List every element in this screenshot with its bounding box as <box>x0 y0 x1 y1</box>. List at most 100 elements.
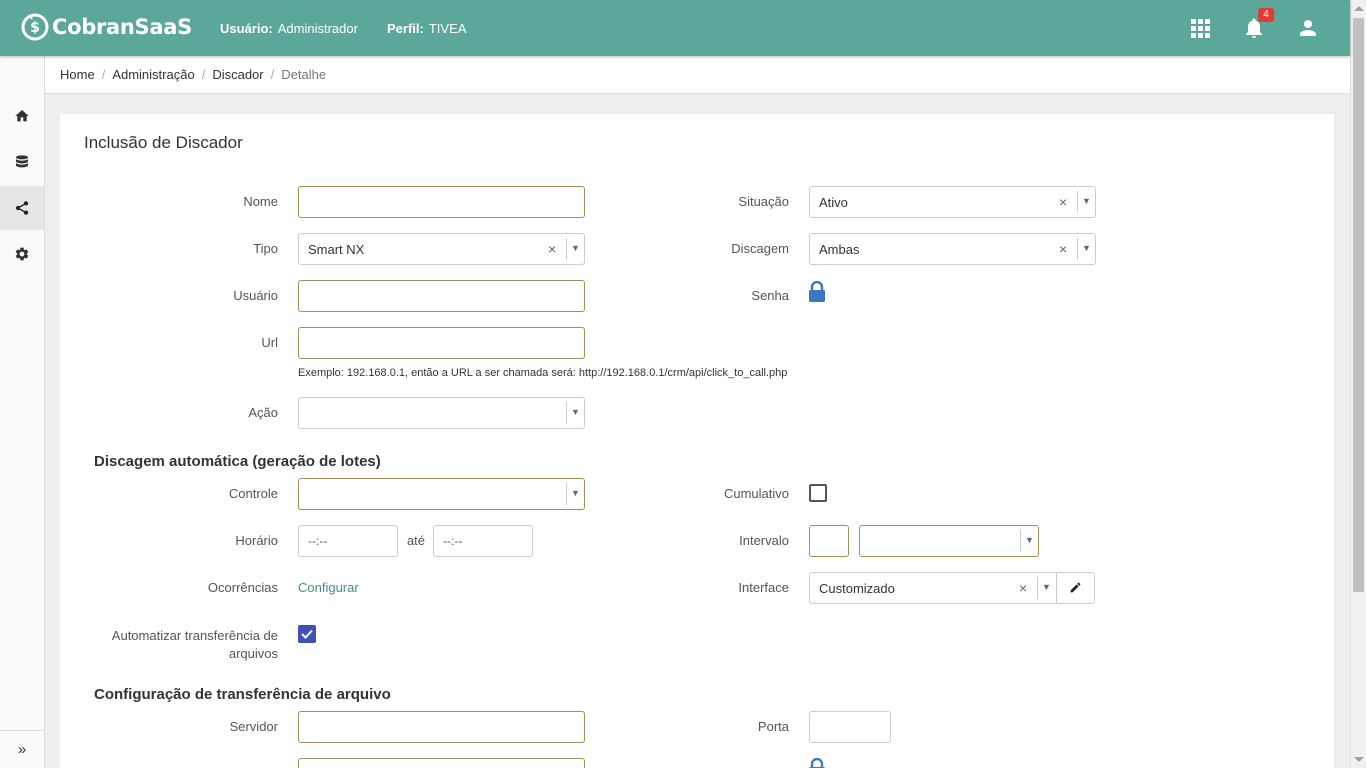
chevron-down-icon[interactable]: ▼ <box>1025 535 1034 545</box>
url-label: Url <box>261 335 278 350</box>
controle-select[interactable]: ▼ <box>298 478 585 510</box>
interface-select[interactable]: Customizado × ▼ <box>809 572 1095 604</box>
user-account-icon[interactable] <box>1296 16 1320 40</box>
user-info: Usuário: Administrador <box>220 21 358 36</box>
intervalo-unit-select[interactable]: ▼ <box>859 525 1039 557</box>
sidebar-item-database[interactable] <box>0 140 44 184</box>
url-field[interactable] <box>298 327 585 359</box>
breadcrumb-discador[interactable]: Discador <box>212 67 263 82</box>
clear-icon[interactable]: × <box>1059 241 1067 257</box>
clear-icon[interactable]: × <box>1059 194 1067 210</box>
url-hint: Exemplo: 192.168.0.1, então a URL a ser … <box>298 367 788 379</box>
porta-field[interactable] <box>809 711 891 743</box>
cumulativo-label: Cumulativo <box>723 486 789 501</box>
logo[interactable]: $ CobranSaaS <box>20 12 192 42</box>
page-scrollbar[interactable] <box>1350 0 1366 768</box>
breadcrumb-home[interactable]: Home <box>60 67 95 82</box>
automatizar-checkbox[interactable] <box>298 625 316 643</box>
chevron-down-icon[interactable]: ▼ <box>571 407 580 417</box>
url-input[interactable] <box>299 328 584 358</box>
select-divider <box>1077 238 1078 260</box>
intervalo-label: Intervalo <box>739 533 789 548</box>
configurar-link[interactable]: Configurar <box>298 580 359 595</box>
nome-label: Nome <box>243 194 278 209</box>
horario-to-value: --:-- <box>443 534 463 548</box>
check-icon <box>301 629 313 639</box>
automatizar-label: Automatizar transferência de arquivos <box>90 627 278 663</box>
section-discagem-automatica: Discagem automática (geração de lotes) <box>94 453 381 470</box>
discagem-select[interactable]: Ambas × ▼ <box>809 233 1096 265</box>
intervalo-field[interactable] <box>809 525 849 557</box>
discagem-label: Discagem <box>731 241 789 256</box>
porta-label: Porta <box>757 719 789 734</box>
situacao-label: Situação <box>738 194 789 209</box>
cumulativo-checkbox[interactable] <box>809 484 827 502</box>
breadcrumb-separator: / <box>101 67 106 82</box>
senha-label: Senha <box>751 288 789 303</box>
scroll-down-icon[interactable] <box>1354 757 1364 762</box>
page-title: Inclusão de Discador <box>84 133 243 152</box>
interface-label: Interface <box>738 580 789 595</box>
discagem-value: Ambas <box>819 242 860 257</box>
chevron-down-icon[interactable]: ▼ <box>1082 243 1091 253</box>
breadcrumb-separator: / <box>270 67 275 82</box>
automatizar-label-line1: Automatizar transferência de <box>111 628 278 643</box>
usuario-field[interactable] <box>298 280 585 312</box>
controle-label: Controle <box>228 486 278 501</box>
clear-icon[interactable]: × <box>548 241 556 257</box>
horario-from-value: --:-- <box>308 534 328 548</box>
breadcrumb-separator: / <box>201 67 206 82</box>
select-divider <box>1020 530 1021 552</box>
sidebar-item-share[interactable] <box>0 186 44 230</box>
chevron-down-icon[interactable]: ▼ <box>571 488 580 498</box>
tipo-value: Smart NX <box>308 242 365 257</box>
select-divider <box>566 402 567 424</box>
breadcrumb: Home / Administração / Discador / Detalh… <box>45 56 1350 94</box>
tipo-select[interactable]: Smart NX × ▼ <box>298 233 585 265</box>
select-divider <box>566 238 567 260</box>
apps-grid-icon[interactable] <box>1188 16 1212 40</box>
chevron-down-icon[interactable]: ▼ <box>1042 582 1051 592</box>
intervalo-input[interactable] <box>810 526 848 556</box>
horario-separator: até <box>406 533 426 548</box>
scroll-up-icon[interactable] <box>1354 6 1364 11</box>
chevron-down-icon[interactable]: ▼ <box>571 243 580 253</box>
sidebar-expand-button[interactable]: » <box>0 730 44 768</box>
servidor-label: Servidor <box>229 719 278 734</box>
profile-label: Perfil: <box>387 21 424 36</box>
database-icon <box>16 155 28 168</box>
select-divider <box>1037 577 1038 599</box>
chevron-down-icon[interactable]: ▼ <box>1082 196 1091 206</box>
share-icon <box>15 201 29 215</box>
scroll-thumb[interactable] <box>1353 18 1364 592</box>
servidor-field[interactable] <box>298 711 585 743</box>
select-divider <box>1056 573 1057 603</box>
nome-input[interactable] <box>299 187 584 217</box>
horario-to-input[interactable]: --:-- <box>433 525 533 557</box>
acao-select[interactable]: ▼ <box>298 397 585 429</box>
porta-input[interactable] <box>810 712 890 742</box>
next-row-field[interactable] <box>298 758 585 768</box>
clear-icon[interactable]: × <box>1019 580 1027 596</box>
sidebar: » <box>0 56 45 768</box>
automatizar-label-line2: arquivos <box>228 646 278 661</box>
notification-badge: 4 <box>1258 8 1274 22</box>
horario-from-input[interactable]: --:-- <box>298 525 398 557</box>
brand-name: CobranSaaS <box>52 15 192 39</box>
pencil-icon[interactable] <box>1069 581 1082 594</box>
nome-field[interactable] <box>298 186 585 218</box>
usuario-input[interactable] <box>299 281 584 311</box>
acao-label: Ação <box>248 405 278 420</box>
svg-text:$: $ <box>30 20 40 36</box>
situacao-value: Ativo <box>819 195 848 210</box>
breadcrumb-administracao[interactable]: Administração <box>112 67 194 82</box>
sidebar-item-home[interactable] <box>0 94 44 138</box>
situacao-select[interactable]: Ativo × ▼ <box>809 186 1096 218</box>
lock-icon[interactable] <box>808 281 826 303</box>
sidebar-item-settings[interactable] <box>0 232 44 276</box>
lock-icon[interactable] <box>808 758 826 768</box>
horario-label: Horário <box>235 533 278 548</box>
home-icon <box>15 110 29 122</box>
ocorrencias-label: Ocorrências <box>207 580 278 595</box>
servidor-input[interactable] <box>299 712 584 742</box>
